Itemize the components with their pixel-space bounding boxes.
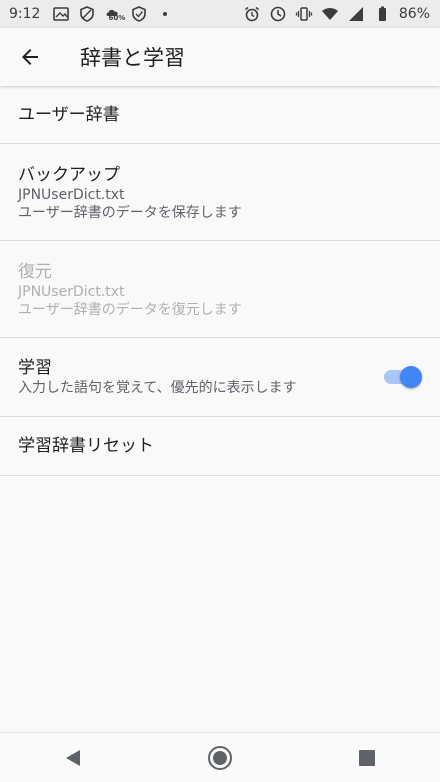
setting-filename: JPNUserDict.txt [18,187,125,203]
vibrate-icon [295,5,313,23]
setting-description: 入力した語句を覚えて、優先的に表示します [18,380,297,396]
recents-square-icon [358,749,375,766]
app-bar: 辞書と学習 [0,28,440,86]
learning-toggle[interactable] [384,366,422,388]
toggle-thumb [400,366,422,388]
setting-title: バックアップ [18,165,120,185]
setting-texts: 学習辞書リセット [18,435,154,457]
nav-home-button[interactable] [200,738,240,778]
nav-back-button[interactable] [53,738,93,778]
image-notification-icon [52,5,70,23]
setting-texts: ユーザー辞書 [18,104,120,126]
setting-texts: 復元 JPNUserDict.txt ユーザー辞書のデータを復元します [18,261,242,319]
sync-icon [269,5,287,23]
alarm-icon [243,5,261,23]
battery-percent: 86% [398,6,430,22]
status-bar-left: 9:12 60% [9,5,174,23]
setting-description: ユーザー辞書のデータを保存します [18,205,242,221]
shield-icon [78,5,96,23]
setting-title: 学習辞書リセット [18,436,154,456]
setting-description: ユーザー辞書のデータを復元します [18,302,242,318]
back-triangle-icon [66,749,81,766]
cloud-icon: 60% [104,5,126,23]
arrow-back-icon [22,49,38,65]
navigation-bar [0,732,440,782]
setting-learning[interactable]: 学習 入力した語句を覚えて、優先的に表示します [0,338,440,417]
setting-title: 復元 [18,262,52,282]
setting-backup[interactable]: バックアップ JPNUserDict.txt ユーザー辞書のデータを保存します [0,144,440,241]
setting-user-dictionary[interactable]: ユーザー辞書 [0,86,440,144]
nav-recents-button[interactable] [347,738,387,778]
wifi-icon [321,5,339,23]
setting-filename: JPNUserDict.txt [18,284,125,300]
home-circle-icon [207,745,232,770]
setting-reset-learning-dictionary[interactable]: 学習辞書リセット [0,417,440,476]
status-time: 9:12 [9,6,41,22]
signal-icon [347,5,365,23]
back-button[interactable] [2,29,58,85]
setting-texts: バックアップ JPNUserDict.txt ユーザー辞書のデータを保存します [18,164,242,222]
setting-title: ユーザー辞書 [18,104,120,125]
status-bar-right: 86% [243,5,430,23]
battery-icon [373,5,391,23]
dot-icon [156,5,174,23]
setting-title: 学習 [18,358,52,378]
weather-badge: 60% [108,14,126,22]
shield-icon [130,5,148,23]
setting-restore: 復元 JPNUserDict.txt ユーザー辞書のデータを復元します [0,241,440,338]
settings-list: ユーザー辞書 バックアップ JPNUserDict.txt ユーザー辞書のデータ… [0,86,440,476]
status-bar: 9:12 60% 86% [0,0,440,28]
page-title: 辞書と学習 [80,46,185,70]
setting-texts: 学習 入力した語句を覚えて、優先的に表示します [18,357,297,397]
